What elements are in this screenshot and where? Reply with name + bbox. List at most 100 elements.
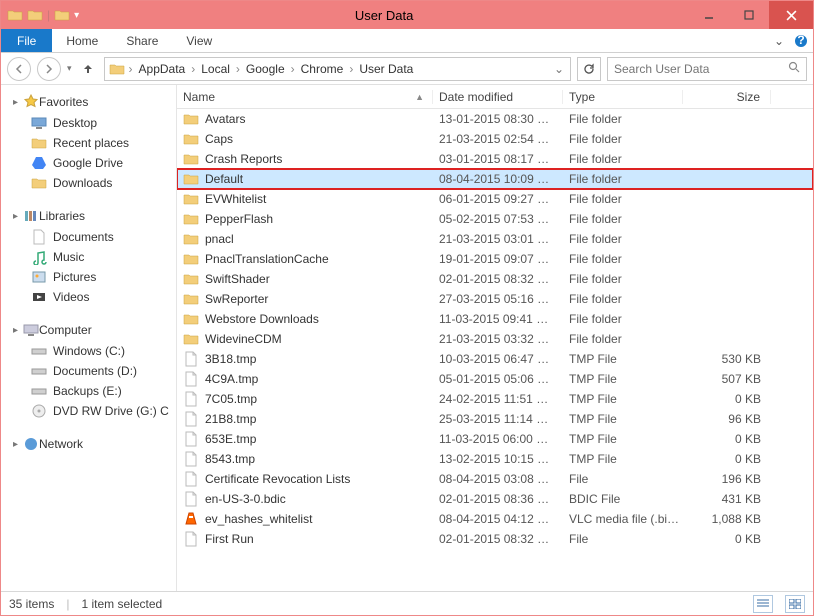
- menu-view[interactable]: View: [172, 29, 226, 52]
- sidebar-item-downloads[interactable]: Downloads: [1, 173, 176, 193]
- chevron-right-icon[interactable]: ›: [289, 62, 297, 76]
- sidebar-item-documents[interactable]: Documents: [1, 227, 176, 247]
- file-row[interactable]: Webstore Downloads11-03-2015 09:41 …File…: [177, 309, 813, 329]
- file-icon: [183, 531, 199, 547]
- folder-icon: [183, 251, 199, 267]
- sidebar-item-drive-d[interactable]: Documents (D:): [1, 361, 176, 381]
- libraries-icon: [23, 208, 39, 224]
- file-type: TMP File: [563, 372, 683, 386]
- file-row[interactable]: 7C05.tmp24-02-2015 11:51 …TMP File0 KB: [177, 389, 813, 409]
- file-row[interactable]: WidevineCDM21-03-2015 03:32 …File folder: [177, 329, 813, 349]
- refresh-button[interactable]: [577, 57, 601, 81]
- maximize-button[interactable]: [729, 1, 769, 29]
- sidebar-item-recent-places[interactable]: Recent places: [1, 133, 176, 153]
- crumb[interactable]: AppData: [135, 62, 190, 76]
- file-type: File folder: [563, 112, 683, 126]
- downloads-icon: [31, 175, 47, 191]
- computer-icon: [23, 322, 39, 338]
- up-button[interactable]: [78, 59, 98, 79]
- sidebar-group-computer[interactable]: ▸ Computer: [1, 319, 176, 341]
- minimize-button[interactable]: [689, 1, 729, 29]
- breadcrumb[interactable]: › AppData › Local › Google › Chrome › Us…: [104, 57, 571, 81]
- column-name[interactable]: Name▲: [177, 90, 433, 104]
- details-view-button[interactable]: [753, 595, 773, 613]
- file-row[interactable]: 653E.tmp11-03-2015 06:00 …TMP File0 KB: [177, 429, 813, 449]
- back-button[interactable]: [7, 57, 31, 81]
- file-row[interactable]: First Run02-01-2015 08:32 …File0 KB: [177, 529, 813, 549]
- sidebar-group-favorites[interactable]: ▸ Favorites: [1, 91, 176, 113]
- documents-icon: [31, 229, 47, 245]
- column-size[interactable]: Size: [683, 90, 771, 104]
- sidebar-item-dvd-drive[interactable]: DVD RW Drive (G:) C: [1, 401, 176, 421]
- address-bar: ▾ › AppData › Local › Google › Chrome › …: [1, 53, 813, 85]
- breadcrumb-dropdown-icon[interactable]: ⌄: [550, 62, 568, 76]
- drive-icon: [31, 363, 47, 379]
- search-icon[interactable]: [788, 61, 800, 76]
- sidebar-item-videos[interactable]: Videos: [1, 287, 176, 307]
- chevron-down-icon[interactable]: ▸: [13, 439, 23, 450]
- menu-home[interactable]: Home: [52, 29, 112, 52]
- file-row[interactable]: pnacl21-03-2015 03:01 …File folder: [177, 229, 813, 249]
- search-input[interactable]: [614, 62, 788, 76]
- videos-icon: [31, 289, 47, 305]
- crumb[interactable]: Google: [242, 62, 289, 76]
- chevron-down-icon[interactable]: ▸: [13, 97, 23, 108]
- column-headers: Name▲ Date modified Type Size: [177, 85, 813, 109]
- menu-share[interactable]: Share: [112, 29, 172, 52]
- file-row[interactable]: 3B18.tmp10-03-2015 06:47 …TMP File530 KB: [177, 349, 813, 369]
- file-row[interactable]: Avatars13-01-2015 08:30 …File folder: [177, 109, 813, 129]
- chevron-down-icon[interactable]: ▸: [13, 325, 23, 336]
- file-menu[interactable]: File: [1, 29, 52, 52]
- file-date: 08-04-2015 04:12 …: [433, 512, 563, 526]
- file-row[interactable]: ev_hashes_whitelist08-04-2015 04:12 …VLC…: [177, 509, 813, 529]
- sidebar-item-drive-c[interactable]: Windows (C:): [1, 341, 176, 361]
- folder-icon[interactable]: [27, 7, 43, 23]
- crumb[interactable]: Chrome: [297, 62, 348, 76]
- file-row[interactable]: Caps21-03-2015 02:54 …File folder: [177, 129, 813, 149]
- file-row[interactable]: 8543.tmp13-02-2015 10:15 …TMP File0 KB: [177, 449, 813, 469]
- file-row[interactable]: Crash Reports03-01-2015 08:17 …File fold…: [177, 149, 813, 169]
- file-row[interactable]: 4C9A.tmp05-01-2015 05:06 …TMP File507 KB: [177, 369, 813, 389]
- crumb[interactable]: User Data: [355, 62, 417, 76]
- file-row[interactable]: SwiftShader02-01-2015 08:32 …File folder: [177, 269, 813, 289]
- file-row[interactable]: PnaclTranslationCache19-01-2015 09:07 …F…: [177, 249, 813, 269]
- search-box[interactable]: [607, 57, 807, 81]
- navigation-pane: ▸ Favorites Desktop Recent places Google…: [1, 85, 177, 591]
- crumb[interactable]: Local: [197, 62, 234, 76]
- chevron-down-icon[interactable]: ▸: [13, 211, 23, 222]
- file-row[interactable]: EVWhitelist06-01-2015 09:27 …File folder: [177, 189, 813, 209]
- chevron-right-icon[interactable]: ›: [127, 62, 135, 76]
- file-name: 21B8.tmp: [205, 412, 256, 426]
- forward-button[interactable]: [37, 57, 61, 81]
- help-icon[interactable]: ?: [789, 29, 813, 52]
- recent-dropdown-icon[interactable]: ▾: [67, 63, 72, 74]
- sidebar-item-desktop[interactable]: Desktop: [1, 113, 176, 133]
- titlebar[interactable]: | ▾ User Data: [1, 1, 813, 29]
- sidebar-group-libraries[interactable]: ▸ Libraries: [1, 205, 176, 227]
- file-name: PnaclTranslationCache: [205, 252, 329, 266]
- column-date[interactable]: Date modified: [433, 90, 563, 104]
- sidebar-item-music[interactable]: Music: [1, 247, 176, 267]
- folder-icon: [183, 151, 199, 167]
- sidebar-item-drive-e[interactable]: Backups (E:): [1, 381, 176, 401]
- sidebar-item-google-drive[interactable]: Google Drive: [1, 153, 176, 173]
- chevron-right-icon[interactable]: ›: [347, 62, 355, 76]
- ribbon-expand-icon[interactable]: ⌄: [769, 29, 789, 52]
- file-row[interactable]: en-US-3-0.bdic02-01-2015 08:36 …BDIC Fil…: [177, 489, 813, 509]
- sidebar-group-network[interactable]: ▸ Network: [1, 433, 176, 455]
- file-name: SwReporter: [205, 292, 268, 306]
- close-button[interactable]: [769, 1, 813, 29]
- file-type: File: [563, 532, 683, 546]
- thumbnails-view-button[interactable]: [785, 595, 805, 613]
- file-row[interactable]: 21B8.tmp25-03-2015 11:14 …TMP File96 KB: [177, 409, 813, 429]
- folder-icon[interactable]: [54, 7, 70, 23]
- file-row[interactable]: Certificate Revocation Lists08-04-2015 0…: [177, 469, 813, 489]
- column-type[interactable]: Type: [563, 90, 683, 104]
- chevron-right-icon[interactable]: ›: [234, 62, 242, 76]
- chevron-right-icon[interactable]: ›: [189, 62, 197, 76]
- file-row[interactable]: PepperFlash05-02-2015 07:53 …File folder: [177, 209, 813, 229]
- file-row[interactable]: Default08-04-2015 10:09 …File folder: [177, 169, 813, 189]
- file-name: First Run: [205, 532, 254, 546]
- sidebar-item-pictures[interactable]: Pictures: [1, 267, 176, 287]
- file-row[interactable]: SwReporter27-03-2015 05:16 …File folder: [177, 289, 813, 309]
